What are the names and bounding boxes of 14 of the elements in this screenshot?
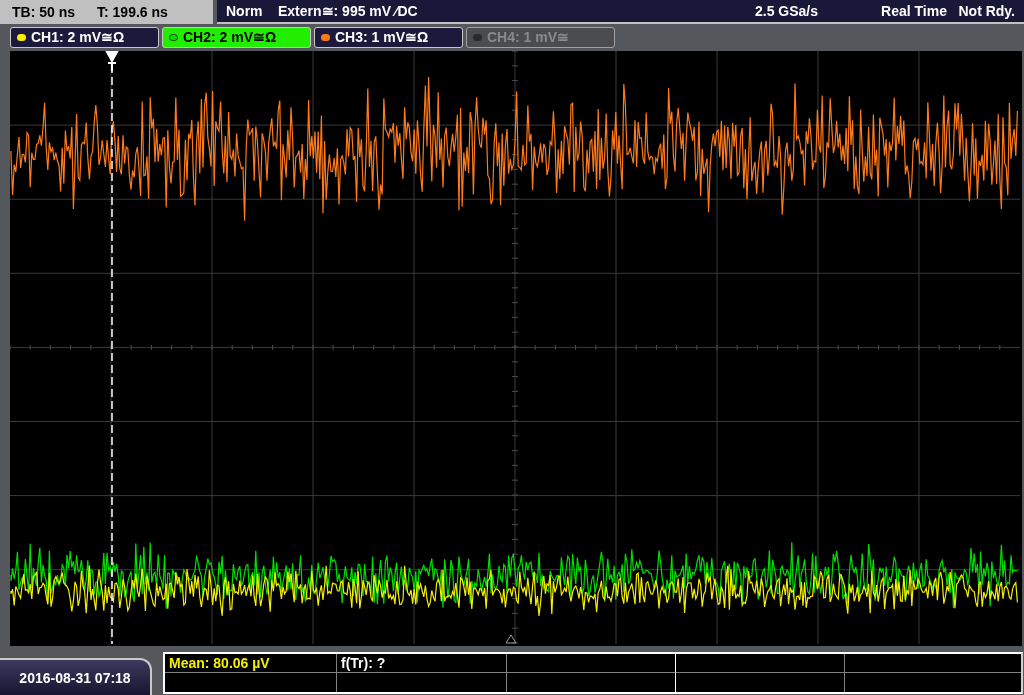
trigger-time-text: T: 199.6 ns: [97, 2, 168, 22]
trigger-source-text: Extern≅: 995 mV ⁄DC: [278, 1, 419, 21]
channel-tab[interactable]: CH2: 2 mV≅Ω: [162, 27, 311, 48]
channel-tab[interactable]: CH3: 1 mV≅Ω: [314, 27, 463, 48]
acquisition-mode-text: Real Time: [880, 1, 947, 21]
sample-rate-text: 2.5 GSa/s: [753, 1, 818, 21]
trigger-marker-icon[interactable]: [106, 51, 119, 72]
measurement-text: Mean: 80.06 µV: [169, 653, 270, 673]
measurement-text: f(Tr): ?: [341, 653, 386, 673]
trigger-mode-text: Norm: [226, 1, 264, 21]
center-marker-icon: [505, 634, 517, 644]
channel-tab[interactable]: CH1: 2 mV≅Ω: [10, 27, 159, 48]
status-text: Not Rdy.: [957, 1, 1015, 21]
timebase-text: TB: 50 ns: [12, 2, 75, 22]
